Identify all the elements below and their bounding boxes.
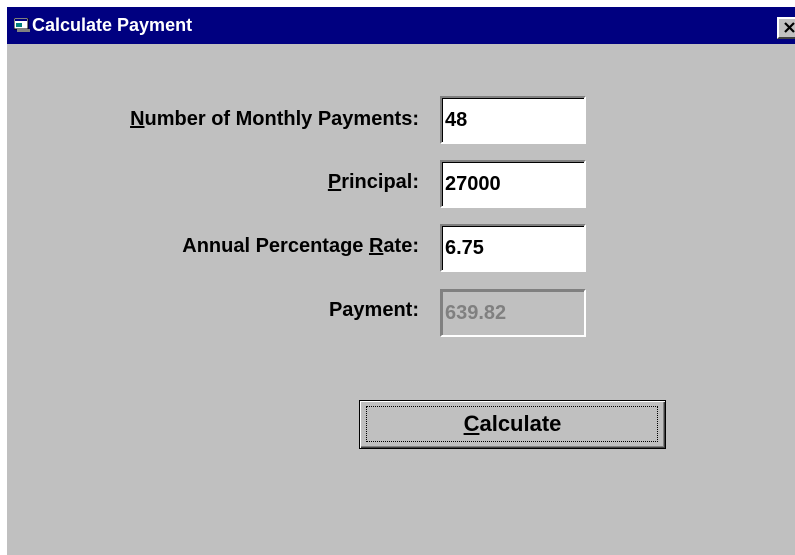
payment-output (440, 289, 586, 337)
payments-label-text: umber of Monthly Payments: (144, 108, 419, 130)
apr-label-text: ate: (383, 235, 419, 257)
app-window-icon (13, 17, 30, 32)
principal-label-text: rincipal: (341, 171, 419, 193)
close-button[interactable] (777, 17, 795, 39)
principal-input[interactable] (440, 160, 586, 208)
apr-label: Annual Percentage Rate: (182, 234, 419, 258)
principal-label: Principal: (328, 170, 419, 194)
window-title: Calculate Payment (32, 15, 193, 35)
title-bar[interactable]: Calculate Payment (7, 7, 795, 44)
principal-label-mnemonic: P (327, 171, 342, 193)
calculate-label-text: alculate (479, 411, 562, 436)
apr-label-prefix: Annual Percentage (182, 235, 369, 257)
payments-input[interactable] (440, 96, 586, 144)
apr-label-mnemonic: R (368, 235, 384, 257)
calculate-button-label: Calculate (360, 412, 665, 436)
payments-label-mnemonic: N (130, 108, 145, 130)
payment-label: Payment: (328, 299, 419, 321)
apr-input[interactable] (440, 224, 586, 272)
calculate-mnemonic: C (463, 411, 480, 436)
calculate-button[interactable]: Calculate (359, 400, 666, 449)
calculate-payment-window: Calculate Payment Number of Monthly Paym… (7, 7, 795, 555)
payments-label: Number of Monthly Payments: (130, 107, 419, 131)
